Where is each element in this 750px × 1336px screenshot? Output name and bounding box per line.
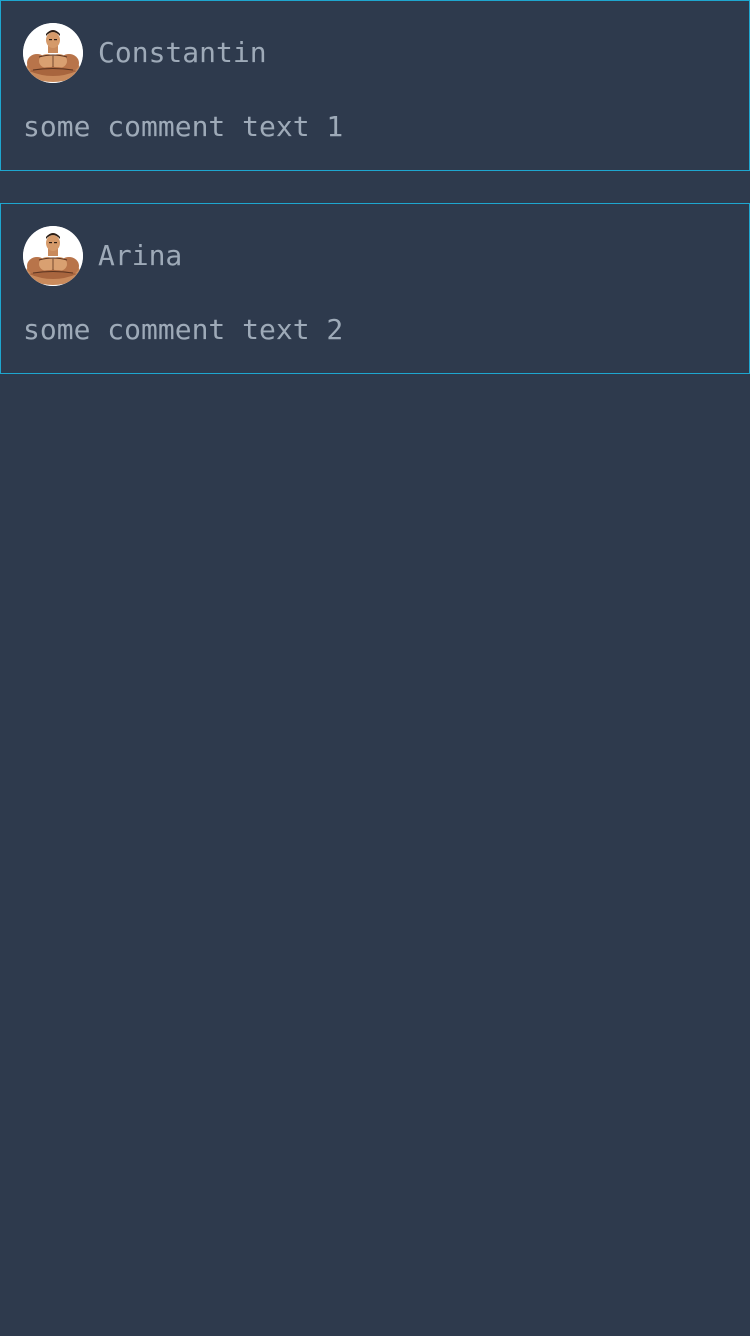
- bodybuilder-avatar-icon[interactable]: [23, 226, 83, 286]
- comment-card: Constantin some comment text 1: [0, 0, 750, 171]
- bodybuilder-avatar-icon[interactable]: [23, 23, 83, 83]
- comment-card: Arina some comment text 2: [0, 203, 750, 374]
- comment-text: some comment text 1: [23, 110, 344, 143]
- comment-header: Constantin: [23, 23, 267, 83]
- comment-list: Constantin some comment text 1 Arina som…: [0, 0, 750, 1336]
- author-name[interactable]: Constantin: [98, 37, 267, 69]
- author-name[interactable]: Arina: [98, 240, 182, 272]
- comment-header: Arina: [23, 226, 182, 286]
- comment-text: some comment text 2: [23, 313, 344, 346]
